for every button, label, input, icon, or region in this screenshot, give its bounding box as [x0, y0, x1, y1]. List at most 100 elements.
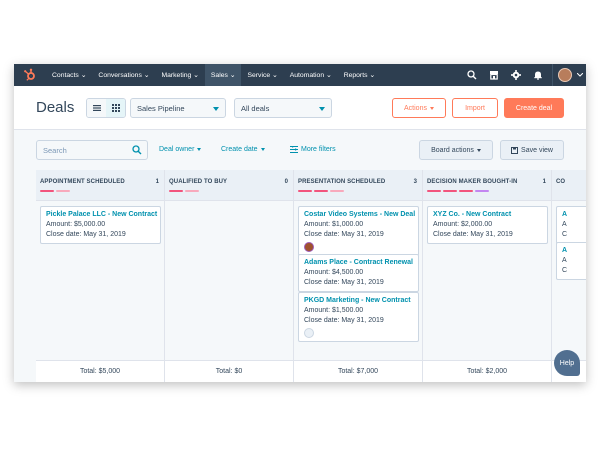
column-count: 1	[155, 179, 159, 185]
stage-bar	[56, 190, 70, 192]
column-header: PRESENTATION SCHEDULED 3	[294, 170, 422, 201]
settings-icon[interactable]	[505, 64, 527, 86]
deal-card[interactable]: XYZ Co. - New Contract Amount: $2,000.00…	[427, 206, 548, 244]
board-view-button[interactable]	[106, 99, 125, 117]
board-column: PRESENTATION SCHEDULED 3 Costar Video Sy…	[294, 170, 423, 382]
deal-card-close-date: C	[562, 267, 568, 274]
column-total: Total: $2,000	[423, 360, 551, 382]
column-header: QUALIFIED TO BUY 0	[165, 170, 293, 201]
create-deal-button[interactable]: Create deal	[504, 98, 564, 118]
deal-card-title[interactable]: A	[562, 210, 586, 220]
save-view-label: Save view	[521, 146, 553, 154]
deal-card-title[interactable]: Pickle Palace LLC - New Contract	[46, 210, 157, 220]
deal-card-title[interactable]: Adams Place - Contract Renewal	[304, 258, 413, 268]
stage-progress	[427, 190, 489, 192]
create-date-filter[interactable]: Create date	[221, 146, 265, 153]
avatar	[558, 68, 572, 82]
column-count: 0	[284, 179, 288, 185]
stage-bar	[185, 190, 199, 192]
nav-service[interactable]: Service ⌄	[241, 64, 283, 86]
column-count: 3	[413, 179, 417, 185]
deal-card-close-date: C	[562, 231, 568, 238]
nav-utilities	[461, 64, 586, 86]
page-title: Deals	[36, 99, 75, 116]
nav-sales[interactable]: Sales ⌄	[204, 64, 242, 86]
deal-card-amount: A	[562, 257, 567, 264]
deal-card-title[interactable]: Costar Video Systems - New Deal	[304, 210, 415, 220]
deal-card-title[interactable]: XYZ Co. - New Contract	[433, 210, 542, 220]
chevron-down-icon	[260, 148, 265, 151]
deal-card-amount: Amount: $2,000.00	[433, 221, 493, 228]
column-total: Total: $5,000	[36, 360, 164, 382]
list-view-button[interactable]	[87, 99, 106, 117]
deal-card-title[interactable]: A	[562, 246, 586, 256]
board-actions-label: Board actions	[431, 146, 474, 154]
column-header: APPOINTMENT SCHEDULED 1	[36, 170, 164, 201]
nav-conversations[interactable]: Conversations ⌄	[92, 64, 155, 86]
user-avatar[interactable]	[556, 64, 574, 86]
actions-button-label: Actions	[404, 104, 427, 112]
deal-card[interactable]: A A C	[556, 206, 586, 244]
deal-card-close-date: Close date: May 31, 2019	[304, 317, 384, 324]
column-header: CO	[552, 170, 586, 201]
chevron-down-icon	[476, 148, 481, 152]
stage-bar	[459, 190, 473, 192]
more-filters-link[interactable]: More filters	[290, 146, 336, 153]
nav-divider	[552, 64, 553, 86]
marketplace-icon[interactable]	[483, 64, 505, 86]
search-input[interactable]: Search	[36, 140, 148, 160]
column-title: CO	[556, 179, 566, 185]
view-select[interactable]: All deals	[234, 98, 332, 118]
board-column: DECISION MAKER BOUGHT-IN 1 XYZ Co. - New…	[423, 170, 552, 382]
nav-automation[interactable]: Automation ⌄	[284, 64, 338, 86]
hubspot-logo-icon[interactable]	[20, 64, 40, 86]
owner-avatar[interactable]	[304, 242, 314, 252]
notifications-icon[interactable]	[527, 64, 549, 86]
column-header: DECISION MAKER BOUGHT-IN 1	[423, 170, 551, 201]
column-total: Total: $7,000	[294, 360, 422, 382]
search-icon[interactable]	[461, 64, 483, 86]
deal-card-close-date: Close date: May 31, 2019	[304, 279, 384, 286]
deal-card-amount: Amount: $1,500.00	[304, 307, 364, 314]
nav-marketing[interactable]: Marketing ⌄	[155, 64, 204, 86]
chevron-down-icon	[213, 107, 219, 111]
chevron-down-icon	[429, 106, 434, 110]
pipeline-select[interactable]: Sales Pipeline	[130, 98, 226, 118]
deal-card-amount: Amount: $1,000.00	[304, 221, 364, 228]
deal-card-amount: Amount: $5,000.00	[46, 221, 106, 228]
import-button[interactable]: Import	[452, 98, 498, 118]
deal-card-close-date: Close date: May 31, 2019	[304, 231, 384, 238]
column-total: Total: $0	[165, 360, 293, 382]
search-icon[interactable]	[132, 145, 142, 157]
help-button[interactable]: Help	[554, 350, 580, 376]
view-select-value: All deals	[241, 103, 270, 113]
deal-card[interactable]: Adams Place - Contract Renewal Amount: $…	[298, 254, 419, 292]
nav-reports[interactable]: Reports ⌄	[338, 64, 381, 86]
filter-icon	[290, 146, 298, 153]
save-view-button[interactable]: Save view	[500, 140, 564, 160]
app-window: Contacts ⌄ Conversations ⌄ Marketing ⌄ S…	[14, 64, 586, 382]
actions-button[interactable]: Actions	[392, 98, 446, 118]
stage-bar	[427, 190, 441, 192]
create-deal-button-label: Create deal	[515, 104, 553, 112]
board-actions-button[interactable]: Board actions	[419, 140, 493, 160]
deal-card[interactable]: Costar Video Systems - New Deal Amount: …	[298, 206, 419, 256]
deal-card[interactable]: A A C	[556, 242, 586, 280]
board-column: APPOINTMENT SCHEDULED 1 Pickle Palace LL…	[36, 170, 165, 382]
deal-card[interactable]: Pickle Palace LLC - New Contract Amount:…	[40, 206, 161, 244]
column-title: APPOINTMENT SCHEDULED	[40, 179, 125, 185]
deal-card-title[interactable]: PKGD Marketing - New Contract	[304, 296, 413, 306]
nav-contacts[interactable]: Contacts ⌄	[46, 64, 92, 86]
stage-progress	[169, 190, 199, 192]
grid-icon	[111, 104, 120, 112]
page-header: Deals Sales Pipeline All deals Actions I…	[14, 86, 586, 130]
column-title: PRESENTATION SCHEDULED	[298, 179, 386, 185]
deal-card[interactable]: PKGD Marketing - New Contract Amount: $1…	[298, 292, 419, 342]
chevron-down-icon[interactable]	[574, 64, 586, 86]
stage-bar	[169, 190, 183, 192]
top-nav: Contacts ⌄ Conversations ⌄ Marketing ⌄ S…	[14, 64, 586, 86]
owner-avatar[interactable]	[304, 328, 314, 338]
help-button-label: Help	[559, 359, 575, 367]
deal-card-amount: Amount: $4,500.00	[304, 269, 364, 276]
deal-owner-filter[interactable]: Deal owner	[159, 146, 202, 153]
